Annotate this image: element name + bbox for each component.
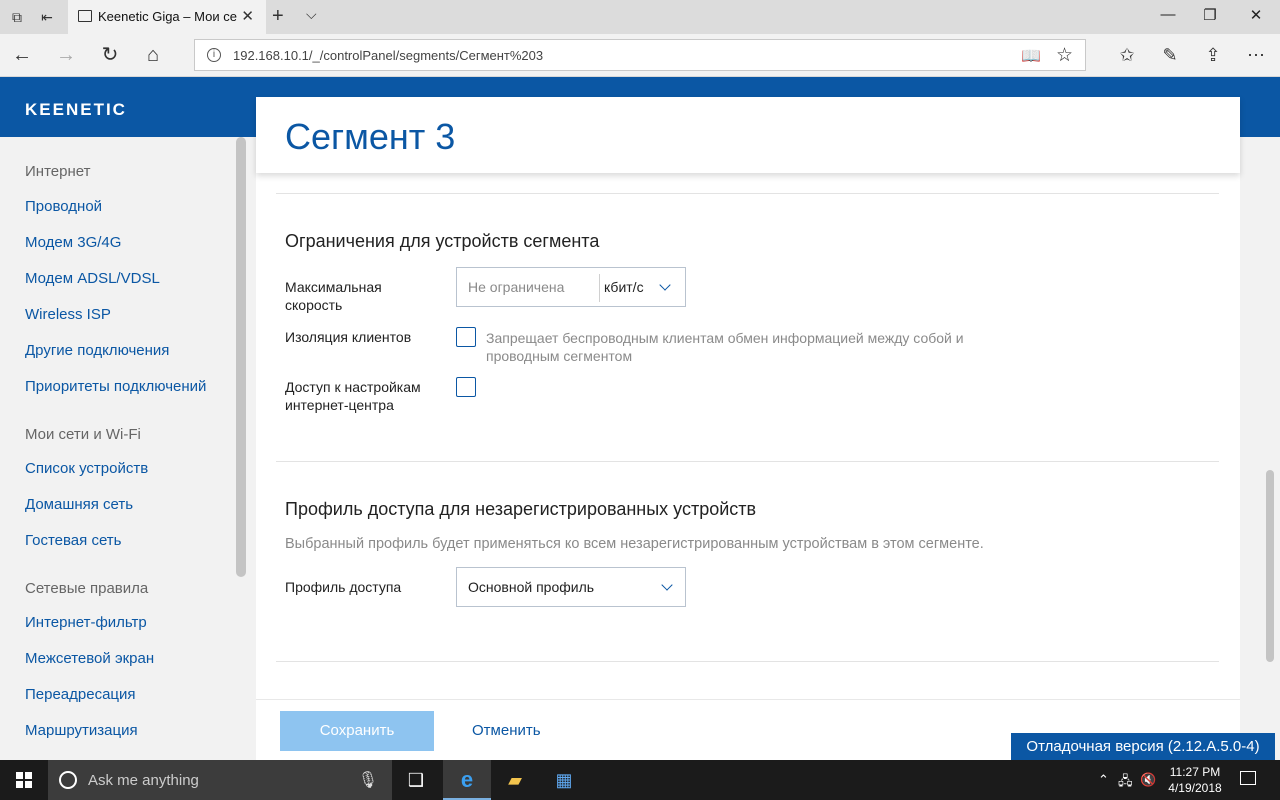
max-speed-input[interactable]: Не ограничена кбит/с (456, 267, 686, 307)
app-window-icon[interactable]: ▦ (540, 760, 588, 800)
settings-access-checkbox[interactable] (456, 377, 476, 397)
main-panel: Сегмент 3 Ограничения для устройств сегм… (256, 97, 1240, 760)
more-menu-icon[interactable]: ⋯ (1243, 42, 1269, 68)
task-view-icon[interactable]: ❑ (392, 760, 440, 800)
set-tabs-aside-icon[interactable]: ⇤ (38, 8, 56, 26)
client-isolation-checkbox[interactable] (456, 327, 476, 347)
reading-view-icon[interactable]: 📖 (1021, 46, 1041, 66)
sidebar-item-other-connections[interactable]: Другие подключения (25, 342, 169, 359)
action-center-icon[interactable] (1240, 771, 1256, 785)
sidebar-item-device-list[interactable]: Список устройств (25, 460, 148, 477)
cancel-button[interactable]: Отменить (472, 722, 541, 739)
sidebar-group-network-rules: Сетевые правила (25, 580, 149, 597)
access-profile-value[interactable]: Основной профиль (468, 579, 594, 595)
divider (276, 461, 1219, 462)
tray-chevron-up-icon[interactable]: ⌃ (1098, 772, 1109, 788)
sidebar: Интернет Проводной Модем 3G/4G Модем ADS… (0, 137, 250, 760)
sidebar-item-connection-priorities[interactable]: Приоритеты подключений (25, 378, 206, 395)
new-tab-icon[interactable]: + (272, 5, 284, 28)
page-scrollbar[interactable] (1266, 470, 1274, 662)
debug-version-badge: Отладочная версия (2.12.A.5.0-4) (1011, 733, 1275, 760)
favorites-hub-icon[interactable]: ✩ (1114, 42, 1140, 68)
favorite-star-icon[interactable]: ☆ (1056, 44, 1073, 67)
forward-icon[interactable]: → (53, 42, 79, 68)
client-isolation-label: Изоляция клиентов (285, 329, 412, 345)
browser-tab-bar: ⧉ ⇤ Keenetic Giga – Мои се ✕ + ⌵ — ❐ ✕ (0, 0, 1280, 34)
sidebar-item-internet-filter[interactable]: Интернет-фильтр (25, 614, 147, 631)
cortana-icon (59, 771, 77, 789)
network-icon[interactable]: 🖧 (1118, 772, 1133, 794)
page-title: Сегмент 3 (285, 116, 456, 157)
back-icon[interactable]: ← (9, 42, 35, 68)
minimize-icon[interactable]: — (1158, 6, 1178, 23)
sidebar-item-wired[interactable]: Проводной (25, 198, 102, 215)
taskbar: Ask me anything 🎙 ❑ e ▰ ▦ ⌃ 🖧 🔇 11:27 PM… (0, 760, 1280, 800)
tab-overview-icon[interactable]: ⧉ (8, 8, 26, 26)
home-icon[interactable]: ⌂ (140, 42, 166, 68)
tab-list-chevron-icon[interactable]: ⌵ (306, 6, 317, 23)
max-speed-label: Максимальная скорость (285, 279, 382, 313)
max-speed-placeholder[interactable]: Не ограничена (468, 279, 564, 295)
chevron-down-icon[interactable] (661, 579, 673, 591)
restore-icon[interactable]: ❐ (1200, 6, 1220, 24)
tab-title: Keenetic Giga – Мои се (98, 9, 237, 24)
address-url[interactable]: 192.168.10.1/_/controlPanel/segments/Сег… (233, 48, 543, 63)
divider (276, 193, 1219, 194)
clock-date: 4/19/2018 (1168, 781, 1222, 795)
windows-start-icon[interactable] (16, 772, 32, 788)
input-divider (599, 274, 600, 302)
refresh-icon[interactable]: ↻ (97, 42, 123, 68)
profile-description: Выбранный профиль будет применяться ко в… (285, 536, 984, 552)
window-close-icon[interactable]: ✕ (1246, 6, 1266, 24)
chevron-down-icon[interactable] (659, 279, 671, 291)
speed-unit-select[interactable]: кбит/с (604, 279, 644, 295)
sidebar-item-wireless-isp[interactable]: Wireless ISP (25, 306, 111, 323)
edge-browser-icon[interactable]: e (443, 760, 491, 800)
keenetic-logo[interactable]: KEENETIC (25, 100, 127, 120)
access-profile-label: Профиль доступа (285, 579, 402, 595)
save-button[interactable]: Сохранить (280, 711, 434, 751)
browser-nav-bar: ← → ↻ ⌂ i 192.168.10.1/_/controlPanel/se… (0, 34, 1280, 77)
web-note-icon[interactable]: ✎ (1157, 42, 1183, 68)
profile-section-title: Профиль доступа для незарегистрированных… (285, 499, 757, 519)
client-isolation-hint: Запрещает беспроводным клиентам обмен ин… (486, 330, 964, 364)
sidebar-item-forwarding[interactable]: Переадресация (25, 686, 136, 703)
sidebar-item-modem-3g4g[interactable]: Модем 3G/4G (25, 234, 121, 251)
sidebar-item-firewall[interactable]: Межсетевой экран (25, 650, 154, 667)
sidebar-group-networks: Мои сети и Wi-Fi (25, 426, 141, 443)
file-explorer-icon[interactable]: ▰ (491, 760, 539, 800)
page-header: Сегмент 3 (256, 97, 1240, 173)
browser-tab[interactable]: Keenetic Giga – Мои се ✕ (68, 0, 266, 34)
sidebar-scrollbar[interactable] (236, 137, 246, 577)
sidebar-item-routing[interactable]: Маршрутизация (25, 722, 138, 739)
divider (276, 661, 1219, 662)
system-clock[interactable]: 11:27 PM 4/19/2018 (1160, 764, 1230, 796)
share-icon[interactable]: ⇪ (1200, 42, 1226, 68)
search-placeholder[interactable]: Ask me anything (88, 772, 199, 789)
page-favicon-icon (78, 10, 92, 22)
sidebar-item-home-network[interactable]: Домашняя сеть (25, 496, 133, 513)
settings-access-label: Доступ к настройкам интернет-центра (285, 379, 421, 413)
site-info-icon[interactable]: i (207, 48, 221, 62)
sidebar-item-guest-network[interactable]: Гостевая сеть (25, 532, 121, 549)
sidebar-item-modem-adsl[interactable]: Модем ADSL/VDSL (25, 270, 160, 287)
limits-section-title: Ограничения для устройств сегмента (285, 231, 600, 251)
microphone-icon[interactable]: 🎙 (358, 770, 378, 790)
cortana-search-box[interactable]: Ask me anything 🎙 (48, 760, 392, 800)
tab-close-icon[interactable]: ✕ (241, 7, 254, 25)
sidebar-group-internet: Интернет (25, 163, 91, 180)
address-bar[interactable]: i 192.168.10.1/_/controlPanel/segments/С… (194, 39, 1086, 71)
access-profile-select[interactable]: Основной профиль (456, 567, 686, 607)
volume-muted-icon[interactable]: 🔇 (1140, 772, 1156, 788)
clock-time: 11:27 PM (1169, 765, 1221, 779)
